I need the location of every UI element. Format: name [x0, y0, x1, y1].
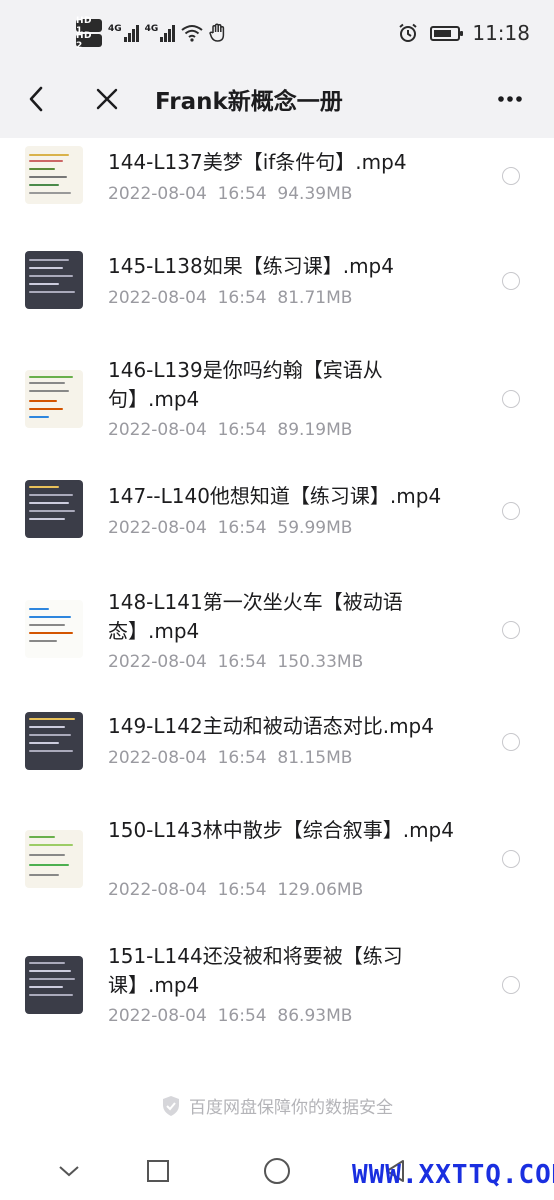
- file-time: 16:54: [217, 880, 267, 900]
- select-radio[interactable]: [502, 850, 520, 868]
- file-date: 2022-08-04: [108, 518, 207, 538]
- file-name: 150-L143林中散步【综合叙事】.mp4: [108, 818, 454, 842]
- close-button[interactable]: [85, 77, 129, 121]
- file-time: 16:54: [217, 518, 267, 538]
- file-meta: 2022-08-04 16:54 150.33MB: [108, 652, 363, 672]
- battery-icon: [430, 25, 464, 41]
- video-thumbnail: [25, 600, 83, 658]
- select-radio[interactable]: [502, 390, 520, 408]
- hand-icon: [209, 23, 225, 42]
- status-right: 11:18: [398, 18, 530, 48]
- file-size: 89.19MB: [277, 420, 353, 440]
- hd2-badge: HD 2: [76, 31, 102, 51]
- alarm-icon: [399, 23, 417, 42]
- app-header: Frank新概念一册: [0, 60, 554, 138]
- file-meta: 2022-08-04 16:54 129.06MB: [108, 880, 363, 900]
- file-meta: 2022-08-04 16:54 81.71MB: [108, 288, 352, 308]
- nav-recents-button[interactable]: [143, 1156, 173, 1186]
- video-thumbnail: [25, 712, 83, 770]
- shield-icon: [163, 1095, 179, 1116]
- status-left: HD 1 HD 2 4G 4G: [76, 16, 227, 51]
- file-name: 145-L138如果【练习课】.mp4: [108, 254, 394, 278]
- signal-icon: 4G: [145, 24, 176, 42]
- select-radio[interactable]: [502, 167, 520, 185]
- select-radio[interactable]: [502, 502, 520, 520]
- network-type-label: 4G: [144, 24, 159, 34]
- video-thumbnail: [25, 370, 83, 428]
- video-thumbnail: [25, 956, 83, 1014]
- watermark: WWW.XXTTQ.COM: [352, 1160, 554, 1190]
- file-size: 86.93MB: [277, 1006, 353, 1026]
- file-size: 81.71MB: [277, 288, 353, 308]
- video-thumbnail: [25, 480, 83, 538]
- file-list: 144-L137美梦【if条件句】.mp4 2022-08-04 16:54 9…: [0, 138, 554, 1068]
- file-date: 2022-08-04: [108, 748, 207, 768]
- video-thumbnail: [25, 251, 83, 309]
- file-name: 144-L137美梦【if条件句】.mp4: [108, 150, 407, 174]
- file-time: 16:54: [217, 1006, 267, 1026]
- more-icon: [498, 96, 522, 102]
- nav-home-button[interactable]: [262, 1156, 292, 1186]
- file-name: 151-L144还没被和将要被【练习课】.mp4: [108, 944, 403, 997]
- file-time: 16:54: [217, 652, 267, 672]
- file-size: 129.06MB: [277, 880, 364, 900]
- page-title: Frank新概念一册: [155, 89, 343, 115]
- select-radio[interactable]: [502, 976, 520, 994]
- file-date: 2022-08-04: [108, 880, 207, 900]
- file-name: 148-L141第一次坐火车【被动语态】.mp4: [108, 590, 403, 643]
- file-size: 94.39MB: [277, 184, 353, 204]
- file-size: 59.99MB: [277, 518, 353, 538]
- security-note-text: 百度网盘保障你的数据安全: [189, 1098, 393, 1118]
- close-icon: [96, 88, 118, 110]
- file-date: 2022-08-04: [108, 184, 207, 204]
- security-note: 百度网盘保障你的数据安全: [0, 1093, 554, 1118]
- file-time: 16:54: [217, 288, 267, 308]
- file-meta: 2022-08-04 16:54 89.19MB: [108, 420, 352, 440]
- file-name: 149-L142主动和被动语态对比.mp4: [108, 714, 434, 738]
- wifi-icon: [181, 25, 203, 42]
- more-button[interactable]: [488, 77, 532, 121]
- select-radio[interactable]: [502, 733, 520, 751]
- network-type-label: 4G: [108, 24, 122, 34]
- video-thumbnail: [25, 146, 83, 204]
- signal-icon: 4G: [108, 24, 139, 42]
- file-meta: 2022-08-04 16:54 94.39MB: [108, 184, 352, 204]
- file-time: 16:54: [217, 420, 267, 440]
- file-date: 2022-08-04: [108, 1006, 207, 1026]
- file-size: 81.15MB: [277, 748, 353, 768]
- nav-down-button[interactable]: [54, 1156, 84, 1186]
- file-meta: 2022-08-04 16:54 86.93MB: [108, 1006, 352, 1026]
- select-radio[interactable]: [502, 272, 520, 290]
- file-date: 2022-08-04: [108, 288, 207, 308]
- file-size: 150.33MB: [277, 652, 364, 672]
- status-bar: HD 1 HD 2 4G 4G 11:18: [0, 0, 554, 60]
- file-date: 2022-08-04: [108, 652, 207, 672]
- file-date: 2022-08-04: [108, 420, 207, 440]
- file-meta: 2022-08-04 16:54 59.99MB: [108, 518, 352, 538]
- video-thumbnail: [25, 830, 83, 888]
- back-icon: [29, 86, 43, 112]
- file-name: 147--L140他想知道【练习课】.mp4: [108, 484, 442, 508]
- back-button[interactable]: [14, 77, 58, 121]
- file-time: 16:54: [217, 184, 267, 204]
- nav-home-icon: [264, 1158, 290, 1184]
- nav-recents-icon: [147, 1160, 169, 1182]
- nav-down-icon: [59, 1166, 79, 1177]
- clock: 11:18: [472, 21, 530, 45]
- hd-indicators: HD 1 HD 2: [76, 16, 102, 51]
- file-time: 16:54: [217, 748, 267, 768]
- battery-level: [434, 29, 451, 37]
- select-radio[interactable]: [502, 621, 520, 639]
- file-name: 146-L139是你吗约翰【宾语从句】.mp4: [108, 358, 383, 411]
- file-meta: 2022-08-04 16:54 81.15MB: [108, 748, 352, 768]
